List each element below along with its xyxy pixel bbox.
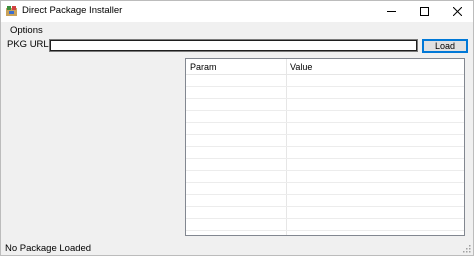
installer-app-icon [6, 6, 17, 16]
title-bar[interactable]: Direct Package Installer [1, 1, 473, 22]
minimize-button[interactable] [375, 1, 408, 22]
grid-row[interactable] [186, 207, 464, 219]
param-value-grid[interactable]: Param Value [185, 58, 465, 236]
close-icon [453, 7, 462, 16]
grid-row[interactable] [186, 159, 464, 171]
grid-row[interactable] [186, 195, 464, 207]
grid-rows [186, 75, 464, 231]
status-text: No Package Loaded [5, 243, 92, 254]
column-header-value[interactable]: Value [290, 62, 312, 73]
grid-header: Param Value [186, 59, 464, 75]
grid-row[interactable] [186, 171, 464, 183]
app-window: Direct Package Installer Options PKG URL… [0, 0, 474, 256]
close-button[interactable] [441, 1, 474, 22]
grid-row[interactable] [186, 75, 464, 87]
grid-row[interactable] [186, 99, 464, 111]
maximize-button[interactable] [408, 1, 441, 22]
pkg-url-label: PKG URL: [7, 39, 52, 50]
load-button[interactable]: Load [422, 39, 468, 53]
window-title: Direct Package Installer [22, 5, 123, 16]
grid-row[interactable] [186, 219, 464, 231]
pkg-url-input[interactable] [49, 39, 418, 52]
grid-row[interactable] [186, 123, 464, 135]
menu-options[interactable]: Options [10, 25, 43, 37]
column-header-param[interactable]: Param [190, 62, 217, 73]
status-bar: No Package Loaded [1, 241, 473, 255]
grid-row[interactable] [186, 183, 464, 195]
grid-row[interactable] [186, 135, 464, 147]
grid-row[interactable] [186, 87, 464, 99]
grid-row[interactable] [186, 147, 464, 159]
grid-row[interactable] [186, 111, 464, 123]
resize-grip-icon[interactable] [462, 244, 471, 253]
